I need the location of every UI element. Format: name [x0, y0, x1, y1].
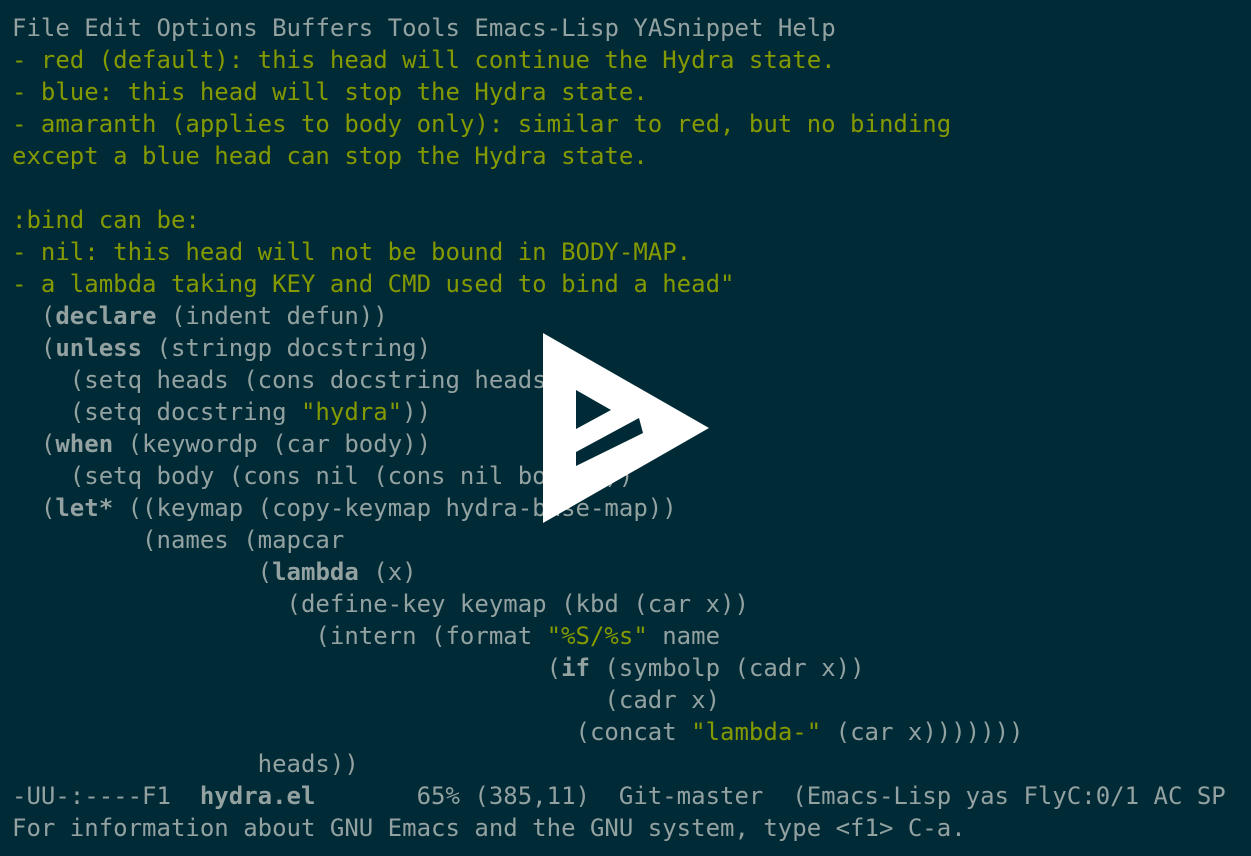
menu-yasnippet[interactable]: YASnippet: [633, 14, 763, 42]
code-line: (setq body (cons nil (cons nil body)))): [12, 462, 634, 490]
code-line: (unless (stringp docstring): [12, 334, 432, 362]
code-line: (declare (indent defun)): [12, 302, 388, 330]
mode-line-status: -UU-:----F1: [12, 782, 200, 810]
menu-bar: File Edit Options Buffers Tools Emacs-Li…: [12, 12, 836, 44]
menu-emacs-lisp[interactable]: Emacs-Lisp: [474, 14, 619, 42]
docstring-line: - red (default): this head will continue…: [12, 46, 836, 74]
string-literal: "lambda-": [691, 718, 822, 746]
keyword: unless: [55, 334, 143, 362]
menu-options[interactable]: Options: [157, 14, 258, 42]
code-line: (setq heads (cons docstring heads)): [12, 366, 576, 394]
code-line: (if (symbolp (cadr x)): [12, 654, 865, 682]
menu-file[interactable]: File: [12, 14, 70, 42]
menu-buffers[interactable]: Buffers: [272, 14, 373, 42]
menu-help[interactable]: Help: [778, 14, 836, 42]
keyword: declare: [55, 302, 157, 330]
echo-area: For information about GNU Emacs and the …: [12, 814, 966, 842]
keyword: when: [55, 430, 114, 458]
code-line: (names (mapcar: [12, 526, 345, 554]
docstring-line: - nil: this head will not be bound in BO…: [12, 238, 692, 266]
keyword: if: [561, 654, 590, 682]
code-line: (cadr x): [12, 686, 721, 714]
string-literal: "hydra": [300, 398, 403, 426]
keyword: let*: [55, 494, 114, 522]
mode-line-info: 65% (385,11) Git-master (Emacs-Lisp yas …: [315, 782, 1226, 810]
code-line: (intern (format "%S/%s" name: [12, 622, 721, 650]
code-line: (lambda (x): [12, 558, 417, 586]
docstring-line: :bind can be:: [12, 206, 200, 234]
mode-line[interactable]: -UU-:----F1 hydra.el 65% (385,11) Git-ma…: [12, 780, 1226, 812]
keyword: lambda: [272, 558, 359, 586]
code-line: (define-key keymap (kbd (car x)): [12, 590, 749, 618]
code-line: (concat "lambda-" (car x))))))): [12, 718, 1024, 746]
docstring-line: - amaranth (applies to body only): simil…: [12, 110, 952, 138]
docstring-line: - blue: this head will stop the Hydra st…: [12, 78, 648, 106]
code-line: (when (keywordp (car body)): [12, 430, 432, 458]
buffer-name[interactable]: hydra.el: [200, 782, 316, 810]
code-line: heads)): [12, 750, 359, 778]
play-icon[interactable]: [543, 333, 709, 523]
string-literal: "%S/%s": [546, 622, 648, 650]
code-line: (setq docstring "hydra")): [12, 398, 432, 426]
menu-edit[interactable]: Edit: [84, 14, 142, 42]
docstring-line: - a lambda taking KEY and CMD used to bi…: [12, 270, 735, 298]
menu-tools[interactable]: Tools: [388, 14, 460, 42]
docstring-line: except a blue head can stop the Hydra st…: [12, 142, 648, 170]
